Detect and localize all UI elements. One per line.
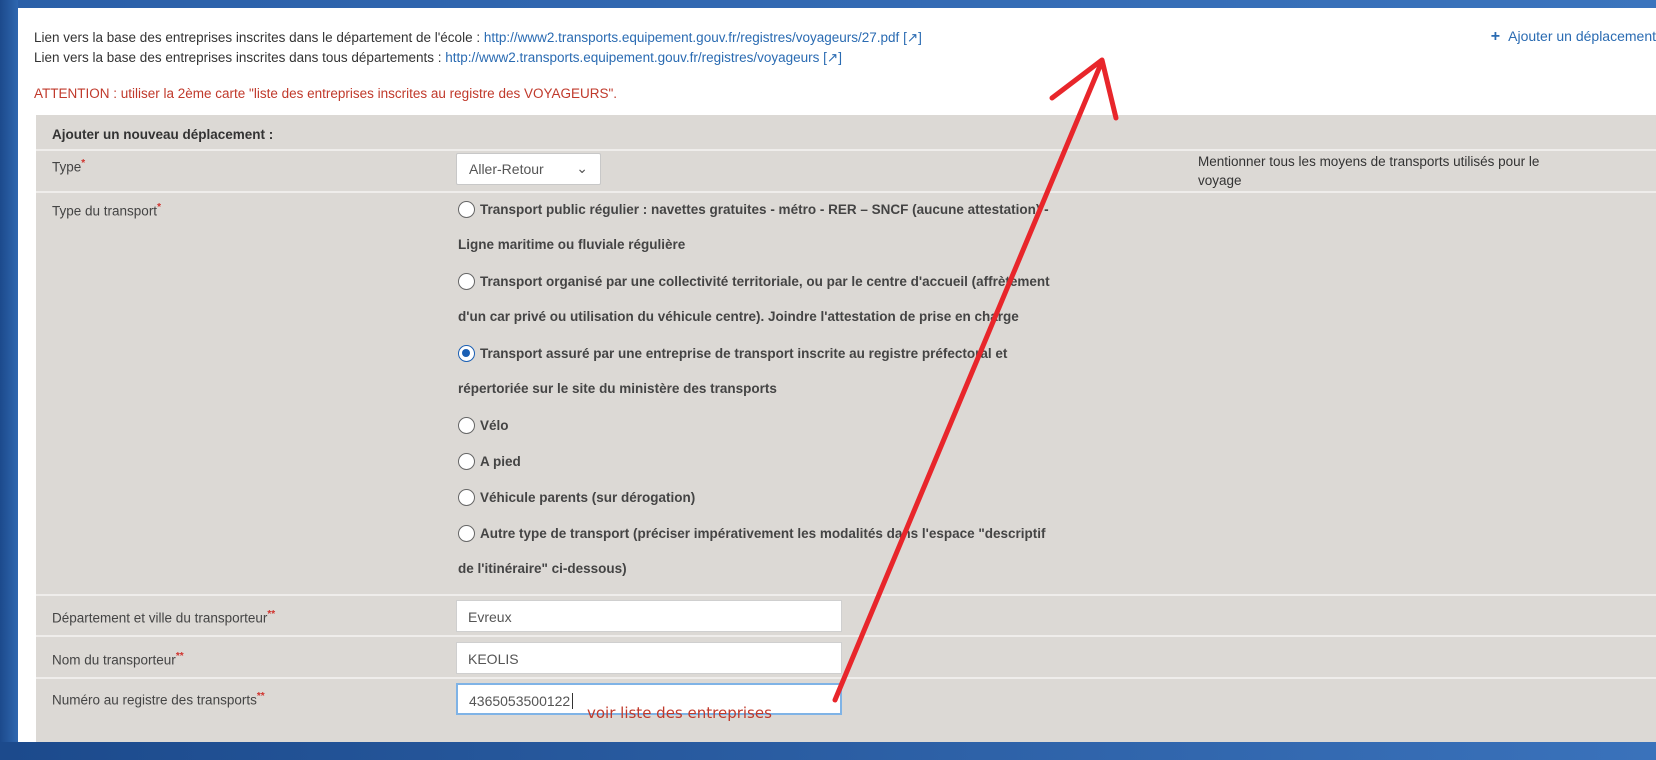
all-departments-registry-link[interactable]: http://www2.transports.equipement.gouv.f… [445, 50, 819, 65]
registry-number-value: 4365053500122 [469, 693, 571, 709]
radio-unchecked-icon[interactable] [458, 201, 475, 218]
trip-type-value: Aller-Retour [469, 161, 544, 177]
transport-option-parents-vehicle[interactable]: Véhicule parents (sur dérogation) [458, 489, 695, 506]
carrier-department-input[interactable]: Evreux [456, 600, 842, 632]
option-label: Autre type de transport (préciser impéra… [480, 526, 1046, 541]
required-marker: ** [256, 691, 265, 702]
option-label-continued: d'un car privé ou utilisation du véhicul… [458, 309, 1019, 324]
annotation-note: voir liste des entreprises [587, 704, 772, 722]
carrier-department-label-text: Département et ville du transporteur [52, 610, 268, 626]
link-line-all: Lien vers la base des entreprises inscri… [34, 48, 922, 68]
carrier-department-label: Département et ville du transporteur** [52, 609, 275, 626]
row-divider [36, 635, 1656, 637]
links-block: Lien vers la base des entreprises inscri… [34, 28, 922, 68]
transport-option-public[interactable]: Transport public régulier : navettes gra… [458, 201, 1049, 218]
transport-type-label-text: Type du transport [52, 203, 158, 219]
carrier-name-input[interactable]: KEOLIS [456, 642, 842, 674]
type-label: Type* [52, 158, 85, 175]
page-content: Lien vers la base des entreprises inscri… [18, 8, 1656, 742]
option-label-continued: répertoriée sur le site du ministère des… [458, 381, 777, 396]
row-divider [36, 191, 1656, 193]
row-divider [36, 149, 1656, 151]
registry-number-label-text: Numéro au registre des transports [52, 692, 257, 708]
add-trip-button[interactable]: + Ajouter un déplacement [1491, 28, 1656, 46]
radio-unchecked-icon[interactable] [458, 273, 475, 290]
required-marker: * [81, 158, 86, 169]
option-label: Transport organisé par une collectivité … [480, 274, 1050, 289]
type-hint: Mentionner tous les moyens de transports… [1198, 154, 1540, 188]
carrier-name-label: Nom du transporteur** [52, 651, 184, 668]
row-divider [36, 594, 1656, 596]
radio-unchecked-icon[interactable] [458, 489, 475, 506]
warning-message: ATTENTION : utiliser la 2ème carte "list… [34, 86, 618, 101]
radio-unchecked-icon[interactable] [458, 453, 475, 470]
external-link-icon[interactable]: [↗] [903, 30, 922, 45]
option-label: Transport assuré par une entreprise de t… [480, 346, 1008, 361]
type-label-text: Type [52, 159, 82, 175]
external-link-icon[interactable]: [↗] [823, 50, 842, 65]
option-label-continued: Ligne maritime ou fluviale régulière [458, 237, 686, 252]
option-label-continued: de l'itinéraire" ci-dessous) [458, 561, 627, 576]
trip-type-select[interactable]: Aller-Retour ⌄ [456, 153, 601, 185]
link-prefix-all: Lien vers la base des entreprises inscri… [34, 50, 446, 65]
transport-option-walk[interactable]: A pied [458, 453, 521, 470]
required-marker: * [157, 202, 161, 213]
radio-checked-icon[interactable] [458, 345, 475, 362]
window-frame-bottom [0, 742, 1656, 760]
transport-option-other[interactable]: Autre type de transport (préciser impéra… [458, 525, 1046, 542]
text-caret [572, 693, 574, 709]
new-trip-form: Ajouter un nouveau déplacement : Type* A… [36, 115, 1656, 742]
transport-option-collectivity[interactable]: Transport organisé par une collectivité … [458, 273, 1050, 290]
option-label: A pied [480, 454, 521, 469]
option-label: Véhicule parents (sur dérogation) [480, 490, 696, 505]
chevron-down-icon: ⌄ [576, 160, 588, 176]
row-divider [36, 677, 1656, 679]
carrier-name-label-text: Nom du transporteur [52, 652, 176, 668]
window-frame-left [0, 0, 18, 760]
radio-unchecked-icon[interactable] [458, 525, 475, 542]
radio-unchecked-icon[interactable] [458, 417, 475, 434]
link-prefix-school: Lien vers la base des entreprises inscri… [34, 30, 484, 45]
link-line-school: Lien vers la base des entreprises inscri… [34, 28, 922, 48]
required-marker: ** [175, 651, 184, 662]
option-label: Vélo [480, 418, 509, 433]
add-trip-label: Ajouter un déplacement [1508, 28, 1656, 44]
transport-type-label: Type du transport* [52, 202, 161, 219]
option-label: Transport public régulier : navettes gra… [480, 202, 1049, 217]
school-department-registry-link[interactable]: http://www2.transports.equipement.gouv.f… [484, 30, 899, 45]
window-frame-top [0, 0, 1656, 8]
required-marker: ** [267, 609, 276, 620]
form-title: Ajouter un nouveau déplacement : [52, 127, 274, 142]
transport-option-bike[interactable]: Vélo [458, 417, 509, 434]
registry-number-label: Numéro au registre des transports** [52, 691, 265, 708]
transport-option-registered-company[interactable]: Transport assuré par une entreprise de t… [458, 345, 1007, 362]
plus-icon: + [1490, 28, 1501, 45]
